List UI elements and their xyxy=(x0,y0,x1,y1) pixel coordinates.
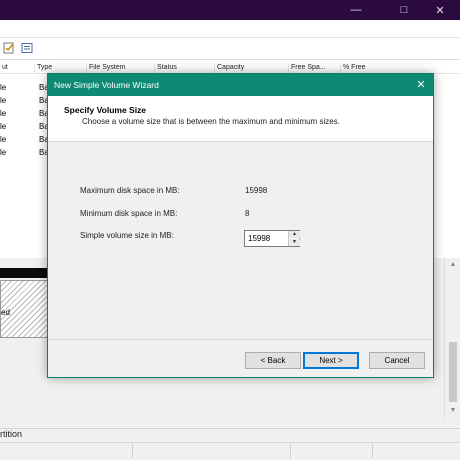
wizard-subheading: Choose a volume size that is between the… xyxy=(82,117,340,126)
min-space-label: Minimum disk space in MB: xyxy=(80,209,178,218)
status-divider xyxy=(372,444,373,458)
properties-icon[interactable] xyxy=(3,42,15,54)
close-window-button[interactable]: ✕ xyxy=(422,0,458,20)
min-space-value: 8 xyxy=(245,209,250,218)
table-row[interactable]: le xyxy=(0,83,6,92)
volume-size-stepper[interactable]: ▲ ▼ xyxy=(244,230,300,247)
wizard-heading: Specify Volume Size xyxy=(64,105,147,115)
partition-label: ed xyxy=(1,308,10,317)
background-window-titlebar: — □ ✕ xyxy=(0,0,460,20)
spin-buttons: ▲ ▼ xyxy=(288,231,300,246)
scroll-down-icon[interactable]: ▼ xyxy=(445,404,460,418)
table-row[interactable]: le xyxy=(0,148,6,157)
close-icon: ✕ xyxy=(435,4,445,17)
status-divider xyxy=(290,444,291,458)
maximize-button[interactable]: □ xyxy=(386,0,422,20)
scrollbar-thumb[interactable] xyxy=(449,342,457,402)
volume-size-label: Simple volume size in MB: xyxy=(80,231,174,240)
decrement-icon[interactable]: ▼ xyxy=(289,239,300,246)
table-row[interactable]: le xyxy=(0,135,6,144)
settings-view-icon[interactable] xyxy=(21,42,33,54)
vertical-scrollbar[interactable]: ▲ ▼ xyxy=(444,258,460,418)
wizard-titlebar[interactable]: New Simple Volume Wizard ✕ xyxy=(48,74,433,96)
new-simple-volume-wizard: New Simple Volume Wizard ✕ Specify Volum… xyxy=(47,73,434,378)
toolbar xyxy=(0,38,460,60)
table-row[interactable]: le xyxy=(0,109,6,118)
next-button[interactable]: Next > xyxy=(303,352,359,369)
column-layout[interactable]: ut xyxy=(0,64,34,74)
legend-label: rtition xyxy=(0,429,23,439)
max-space-value: 15998 xyxy=(245,186,268,195)
wizard-title: New Simple Volume Wizard xyxy=(54,80,159,90)
cancel-button[interactable]: Cancel xyxy=(369,352,425,369)
wizard-close-button[interactable]: ✕ xyxy=(409,74,433,96)
maximize-icon: □ xyxy=(400,4,408,16)
minimize-icon: — xyxy=(350,4,362,16)
menu-bar xyxy=(0,20,460,38)
max-space-label: Maximum disk space in MB: xyxy=(80,186,180,195)
disk-partition-header xyxy=(0,268,48,278)
legend-bar xyxy=(0,428,460,442)
volume-size-input[interactable] xyxy=(245,231,288,246)
scroll-up-icon[interactable]: ▲ xyxy=(445,258,460,272)
status-bar xyxy=(0,442,460,460)
button-separator xyxy=(48,339,433,340)
minimize-button[interactable]: — xyxy=(338,0,374,20)
status-divider xyxy=(132,444,133,458)
wizard-header: Specify Volume Size Choose a volume size… xyxy=(48,96,433,142)
table-row[interactable]: le xyxy=(0,122,6,131)
table-row[interactable]: le xyxy=(0,96,6,105)
close-icon: ✕ xyxy=(416,79,426,91)
back-button[interactable]: < Back xyxy=(245,352,301,369)
increment-icon[interactable]: ▲ xyxy=(289,231,300,238)
